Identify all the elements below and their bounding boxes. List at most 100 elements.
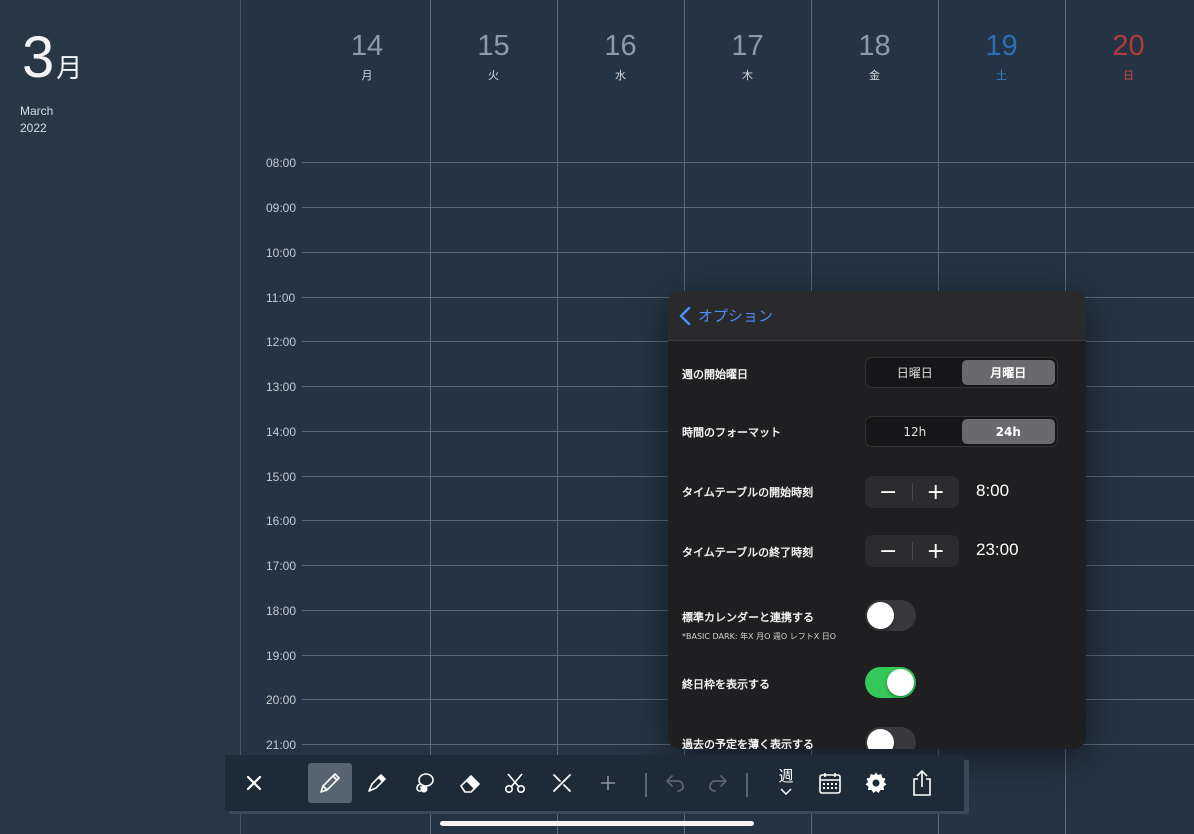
day-header-15[interactable]: 15 火	[430, 30, 557, 83]
segment-24h[interactable]: 24h	[961, 419, 1055, 444]
timetable-end-label: タイムテーブルの終了時刻	[682, 546, 814, 559]
time-label: 20:00	[266, 693, 297, 707]
day-number: 17	[731, 30, 764, 62]
day-weekday: 金	[869, 69, 880, 82]
time-label: 19:00	[266, 649, 297, 663]
day-weekday: 月	[361, 69, 373, 82]
view-mode-button[interactable]: 週	[764, 763, 808, 803]
grid-divider	[240, 0, 241, 834]
time-label: 09:00	[266, 201, 297, 215]
hour-line	[302, 207, 1194, 208]
timetable-start-label: タイムテーブルの開始時刻	[682, 486, 814, 499]
chevron-left-icon[interactable]	[678, 306, 692, 326]
add-icon[interactable]	[586, 763, 630, 803]
pencil-icon[interactable]	[308, 763, 352, 803]
day-header-14[interactable]: 14 月	[304, 30, 430, 83]
options-popover: オプション 週の開始曜日 日曜日 月曜日 時間のフォーマット 12h 24h タ…	[668, 291, 1086, 749]
plus-button[interactable]: +	[913, 476, 960, 508]
eraser-icon[interactable]	[448, 763, 492, 803]
drawing-toolbar: 週	[225, 755, 964, 811]
magic-wand-icon[interactable]	[540, 763, 584, 803]
hour-line	[302, 162, 1194, 163]
all-day-frame-toggle[interactable]	[865, 667, 916, 698]
time-label: 10:00	[266, 246, 297, 260]
sync-calendar-toggle[interactable]	[865, 600, 916, 631]
day-header-16[interactable]: 16 水	[557, 30, 684, 83]
day-weekday: 日	[1123, 69, 1134, 82]
day-weekday: 木	[742, 69, 753, 82]
week-start-segmented[interactable]: 日曜日 月曜日	[865, 357, 1058, 388]
day-number: 19	[985, 30, 1018, 62]
day-number: 16	[604, 30, 637, 62]
grid-divider	[430, 0, 431, 834]
all-day-frame-label: 終日枠を表示する	[682, 678, 770, 691]
grid-divider	[557, 0, 558, 834]
time-format-segmented[interactable]: 12h 24h	[865, 416, 1058, 447]
month-suffix: 月	[56, 53, 83, 83]
day-number: 14	[350, 30, 384, 62]
timetable-end-stepper[interactable]: − +	[865, 535, 959, 567]
time-label: 16:00	[266, 514, 297, 528]
month-english: March 2022	[20, 103, 53, 137]
segment-monday[interactable]: 月曜日	[961, 360, 1055, 385]
close-icon[interactable]	[232, 763, 276, 803]
time-label: 15:00	[266, 470, 297, 484]
day-header-18[interactable]: 18 金	[811, 30, 938, 83]
lasso-icon[interactable]	[402, 763, 446, 803]
month-english-name: March	[20, 104, 54, 118]
hour-line	[302, 252, 1194, 253]
year-label: 2022	[20, 121, 47, 135]
day-header-19[interactable]: 19 土	[938, 30, 1065, 83]
minus-button[interactable]: −	[865, 535, 912, 567]
time-label: 11:00	[266, 291, 296, 305]
week-start-label: 週の開始曜日	[682, 368, 748, 381]
time-label: 08:00	[266, 156, 297, 170]
day-number: 20	[1112, 30, 1145, 62]
timetable-start-value: 8:00	[976, 481, 1010, 500]
time-label: 18:00	[266, 604, 297, 618]
gear-icon[interactable]	[854, 763, 898, 803]
time-label: 14:00	[266, 425, 297, 439]
day-number: 18	[858, 30, 891, 62]
toolbar-divider	[746, 773, 748, 797]
marker-icon[interactable]	[355, 763, 399, 803]
share-icon[interactable]	[900, 763, 944, 803]
calendar-icon[interactable]	[808, 763, 852, 803]
undo-icon[interactable]	[653, 763, 697, 803]
toggle-knob	[867, 729, 894, 749]
fade-past-toggle[interactable]	[865, 727, 916, 749]
sync-calendar-note: *BASIC DARK: 年X 月O 週O レフトX 日O	[682, 632, 837, 641]
day-weekday: 火	[488, 69, 499, 82]
month-panel: 3月 March 2022	[0, 0, 240, 834]
chevron-down-icon	[780, 788, 792, 796]
view-mode-label: 週	[778, 767, 794, 785]
time-label: 21:00	[266, 738, 297, 752]
toolbar-divider	[645, 773, 647, 797]
time-format-label: 時間のフォーマット	[682, 426, 781, 439]
redo-icon[interactable]	[696, 763, 740, 803]
timetable-end-value: 23:00	[976, 540, 1019, 559]
toggle-knob	[887, 669, 914, 696]
back-button-label[interactable]: オプション	[698, 305, 773, 326]
home-indicator[interactable]	[440, 821, 754, 826]
popover-header: オプション	[668, 291, 1086, 341]
plus-button[interactable]: +	[913, 535, 960, 567]
segment-12h[interactable]: 12h	[868, 419, 962, 444]
minus-button[interactable]: −	[865, 476, 912, 508]
day-number: 15	[477, 30, 510, 62]
day-header-17[interactable]: 17 木	[684, 30, 811, 83]
day-weekday: 土	[996, 69, 1007, 82]
time-label: 17:00	[266, 559, 297, 573]
toggle-knob	[867, 602, 894, 629]
scissors-icon[interactable]	[493, 763, 537, 803]
timetable-start-stepper[interactable]: − +	[865, 476, 959, 508]
day-weekday: 水	[615, 69, 626, 82]
sync-calendar-label: 標準カレンダーと連携する	[682, 611, 814, 624]
fade-past-label: 過去の予定を薄く表示する	[682, 738, 814, 749]
time-label: 12:00	[266, 335, 297, 349]
day-header-20[interactable]: 20 日	[1065, 30, 1192, 83]
month-number: 3	[22, 25, 55, 90]
month-title: 3月	[22, 24, 82, 91]
segment-sunday[interactable]: 日曜日	[868, 360, 962, 385]
time-label: 13:00	[266, 380, 297, 394]
